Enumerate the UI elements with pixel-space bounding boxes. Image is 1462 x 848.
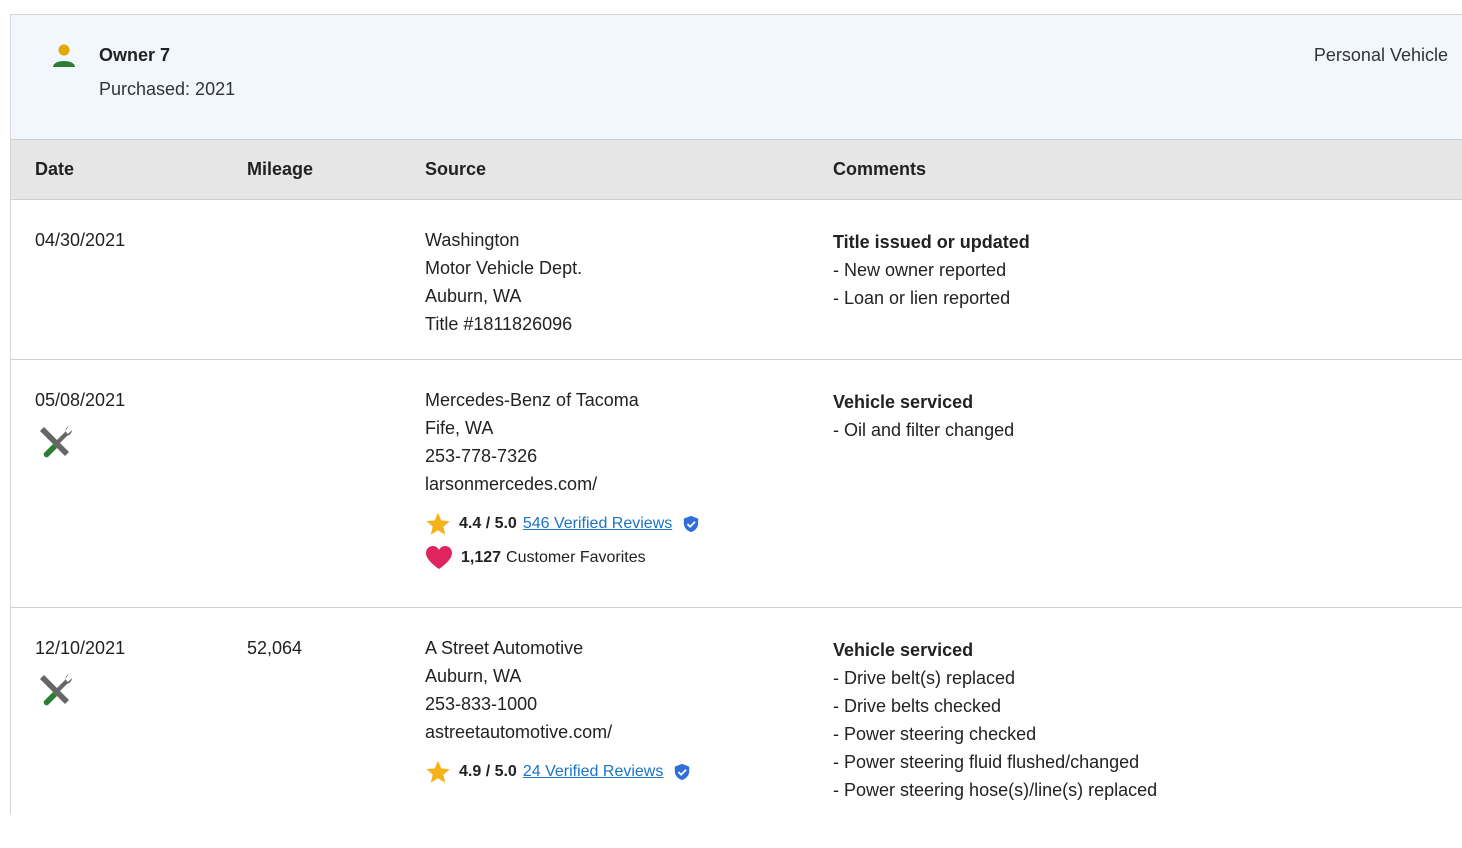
header-date: Date — [35, 159, 75, 179]
table-header: Date Mileage Source Comments — [11, 140, 1462, 200]
record-date: 12/10/2021 — [35, 634, 125, 710]
record-comments: Vehicle serviced - Oil and filter change… — [833, 388, 1014, 444]
dealer-rating: 4.9 / 5.0 24 Verified Reviews — [425, 758, 691, 786]
record-source: Mercedes-Benz of Tacoma Fife, WA 253-778… — [425, 386, 700, 572]
header-comments: Comments — [833, 159, 927, 179]
verified-shield-icon — [675, 763, 690, 781]
favorites-label: Customer Favorites — [506, 549, 646, 566]
dealer-rating: 4.4 / 5.0 546 Verified Reviews — [425, 510, 700, 538]
verified-reviews-link[interactable]: 546 Verified Reviews — [523, 510, 672, 538]
record-comments: Title issued or updated - New owner repo… — [833, 228, 1030, 312]
customer-favorites: 1,127 Customer Favorites — [425, 544, 700, 572]
verified-reviews-link[interactable]: 24 Verified Reviews — [523, 758, 664, 786]
service-tools-icon — [40, 426, 72, 458]
star-icon — [426, 512, 450, 535]
comment-title: Title issued or updated — [833, 232, 1030, 252]
star-icon — [426, 760, 450, 783]
favorites-count: 1,127 — [461, 549, 502, 566]
owner-header: Owner 7 Purchased: 2021 Personal Vehicle — [11, 15, 1462, 140]
rating-score: 4.4 / 5.0 — [459, 515, 517, 532]
record-source: Washington Motor Vehicle Dept. Auburn, W… — [425, 230, 583, 334]
heart-icon — [426, 546, 452, 569]
record-mileage: 52,064 — [247, 638, 303, 658]
owner-vehicle-type: Personal Vehicle — [1313, 45, 1448, 65]
record-comments: Vehicle serviced - Drive belt(s) replace… — [833, 636, 1157, 804]
table-row: 05/08/2021 Mercedes-Benz of Tacoma Fife,… — [11, 360, 1462, 608]
person-icon — [53, 44, 75, 67]
owner-purchased: Purchased: 2021 — [99, 79, 236, 99]
header-source: Source — [425, 159, 487, 179]
table-row: 12/10/2021 52,064 A Street Automotive Au… — [11, 608, 1462, 848]
verified-shield-icon — [684, 515, 699, 533]
owner-history-panel: Owner 7 Purchased: 2021 Personal Vehicle… — [10, 14, 1462, 814]
owner-name: Owner 7 — [99, 45, 171, 65]
comment-title: Vehicle serviced — [833, 392, 974, 412]
comment-title: Vehicle serviced — [833, 640, 974, 660]
rating-score: 4.9 / 5.0 — [459, 763, 517, 780]
table-row: 04/30/2021 Washington Motor Vehicle Dept… — [11, 200, 1462, 360]
header-mileage: Mileage — [247, 159, 314, 179]
record-source: A Street Automotive Auburn, WA 253-833-1… — [425, 634, 691, 786]
service-tools-icon — [40, 674, 72, 706]
record-date: 04/30/2021 — [35, 230, 126, 250]
record-date: 05/08/2021 — [35, 386, 125, 462]
